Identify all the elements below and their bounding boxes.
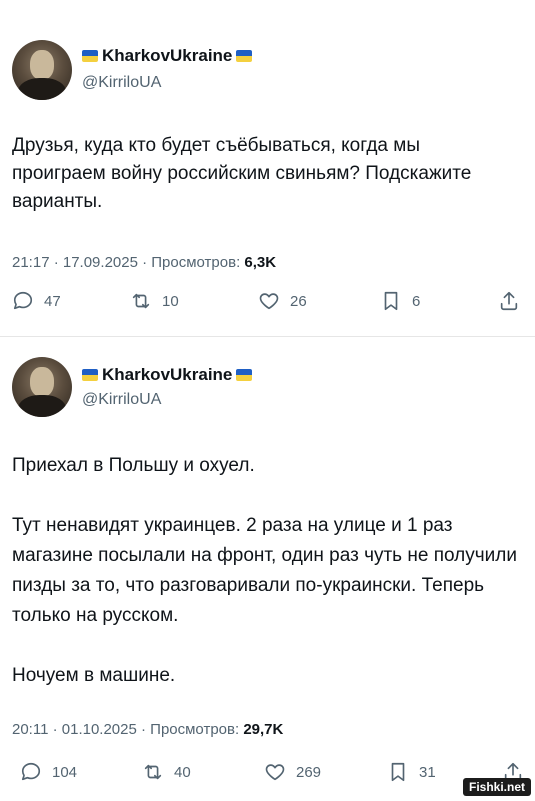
author-name-row[interactable]: KharkovUkraine xyxy=(82,46,253,66)
bookmark-button[interactable]: 31 xyxy=(387,761,436,783)
share-button[interactable] xyxy=(498,290,520,312)
like-count: 26 xyxy=(290,292,307,310)
tweet-card[interactable]: KharkovUkraine @KirriloUA Друзья, куда к… xyxy=(0,0,535,336)
ukraine-flag-icon xyxy=(82,369,98,381)
like-count: 269 xyxy=(296,763,322,781)
retweet-icon xyxy=(132,293,150,309)
like-button[interactable]: 26 xyxy=(258,290,307,312)
bookmark-count: 6 xyxy=(412,292,421,310)
view-count: 6,3K xyxy=(244,254,277,271)
timestamp[interactable]: 20:11 · 01.10.2025 · Просмотров: xyxy=(12,721,243,738)
tweet-meta: 20:11 · 01.10.2025 · Просмотров: 29,7K xyxy=(12,721,283,738)
reply-icon xyxy=(21,762,41,781)
tweet-meta: 21:17 · 17.09.2025 · Просмотров: 6,3K xyxy=(12,254,276,271)
avatar-face xyxy=(30,50,54,80)
avatar-coat xyxy=(18,395,66,417)
action-bar: 47 10 26 6 xyxy=(12,290,523,320)
tweet-card[interactable]: KharkovUkraine @KirriloUA Приехал в Поль… xyxy=(0,336,535,801)
author-name-row[interactable]: KharkovUkraine xyxy=(82,365,253,385)
user-handle[interactable]: @KirriloUA xyxy=(82,74,161,92)
tweet-text: Приехал в Польшу и охуел. Тут ненавидят … xyxy=(12,455,517,686)
bookmark-icon xyxy=(391,762,405,782)
avatar[interactable] xyxy=(12,40,72,100)
user-handle[interactable]: @KirriloUA xyxy=(82,391,161,409)
tweet-text: Друзья, куда кто будет съёбываться, когд… xyxy=(12,135,477,212)
action-bar: 104 40 269 31 xyxy=(12,761,523,791)
avatar-coat xyxy=(18,78,66,100)
bookmark-icon xyxy=(384,291,398,311)
display-name[interactable]: KharkovUkraine xyxy=(102,365,232,385)
ukraine-flag-icon xyxy=(236,369,253,381)
like-button[interactable]: 269 xyxy=(264,761,321,783)
watermark-logo: Fishki.net xyxy=(462,778,531,796)
retweet-count: 10 xyxy=(162,292,179,310)
share-icon xyxy=(500,291,518,311)
display-name[interactable]: KharkovUkraine xyxy=(102,46,232,66)
retweet-button[interactable]: 10 xyxy=(130,290,179,312)
bookmark-button[interactable]: 6 xyxy=(380,290,420,312)
heart-icon xyxy=(265,764,285,781)
timestamp[interactable]: 21:17 · 17.09.2025 · Просмотров: xyxy=(12,254,244,271)
retweet-count: 40 xyxy=(174,763,191,781)
bookmark-count: 31 xyxy=(419,763,436,781)
view-count: 29,7K xyxy=(243,721,284,738)
retweet-icon xyxy=(144,764,162,780)
avatar-face xyxy=(30,367,54,397)
heart-icon xyxy=(259,293,279,310)
ukraine-flag-icon xyxy=(82,50,98,62)
reply-icon xyxy=(13,291,33,310)
reply-count: 104 xyxy=(52,763,78,781)
avatar[interactable] xyxy=(12,357,72,417)
retweet-button[interactable]: 40 xyxy=(142,761,191,783)
reply-count: 47 xyxy=(44,292,61,310)
reply-button[interactable]: 47 xyxy=(12,290,61,312)
ukraine-flag-icon xyxy=(236,50,253,62)
reply-button[interactable]: 104 xyxy=(20,761,77,783)
